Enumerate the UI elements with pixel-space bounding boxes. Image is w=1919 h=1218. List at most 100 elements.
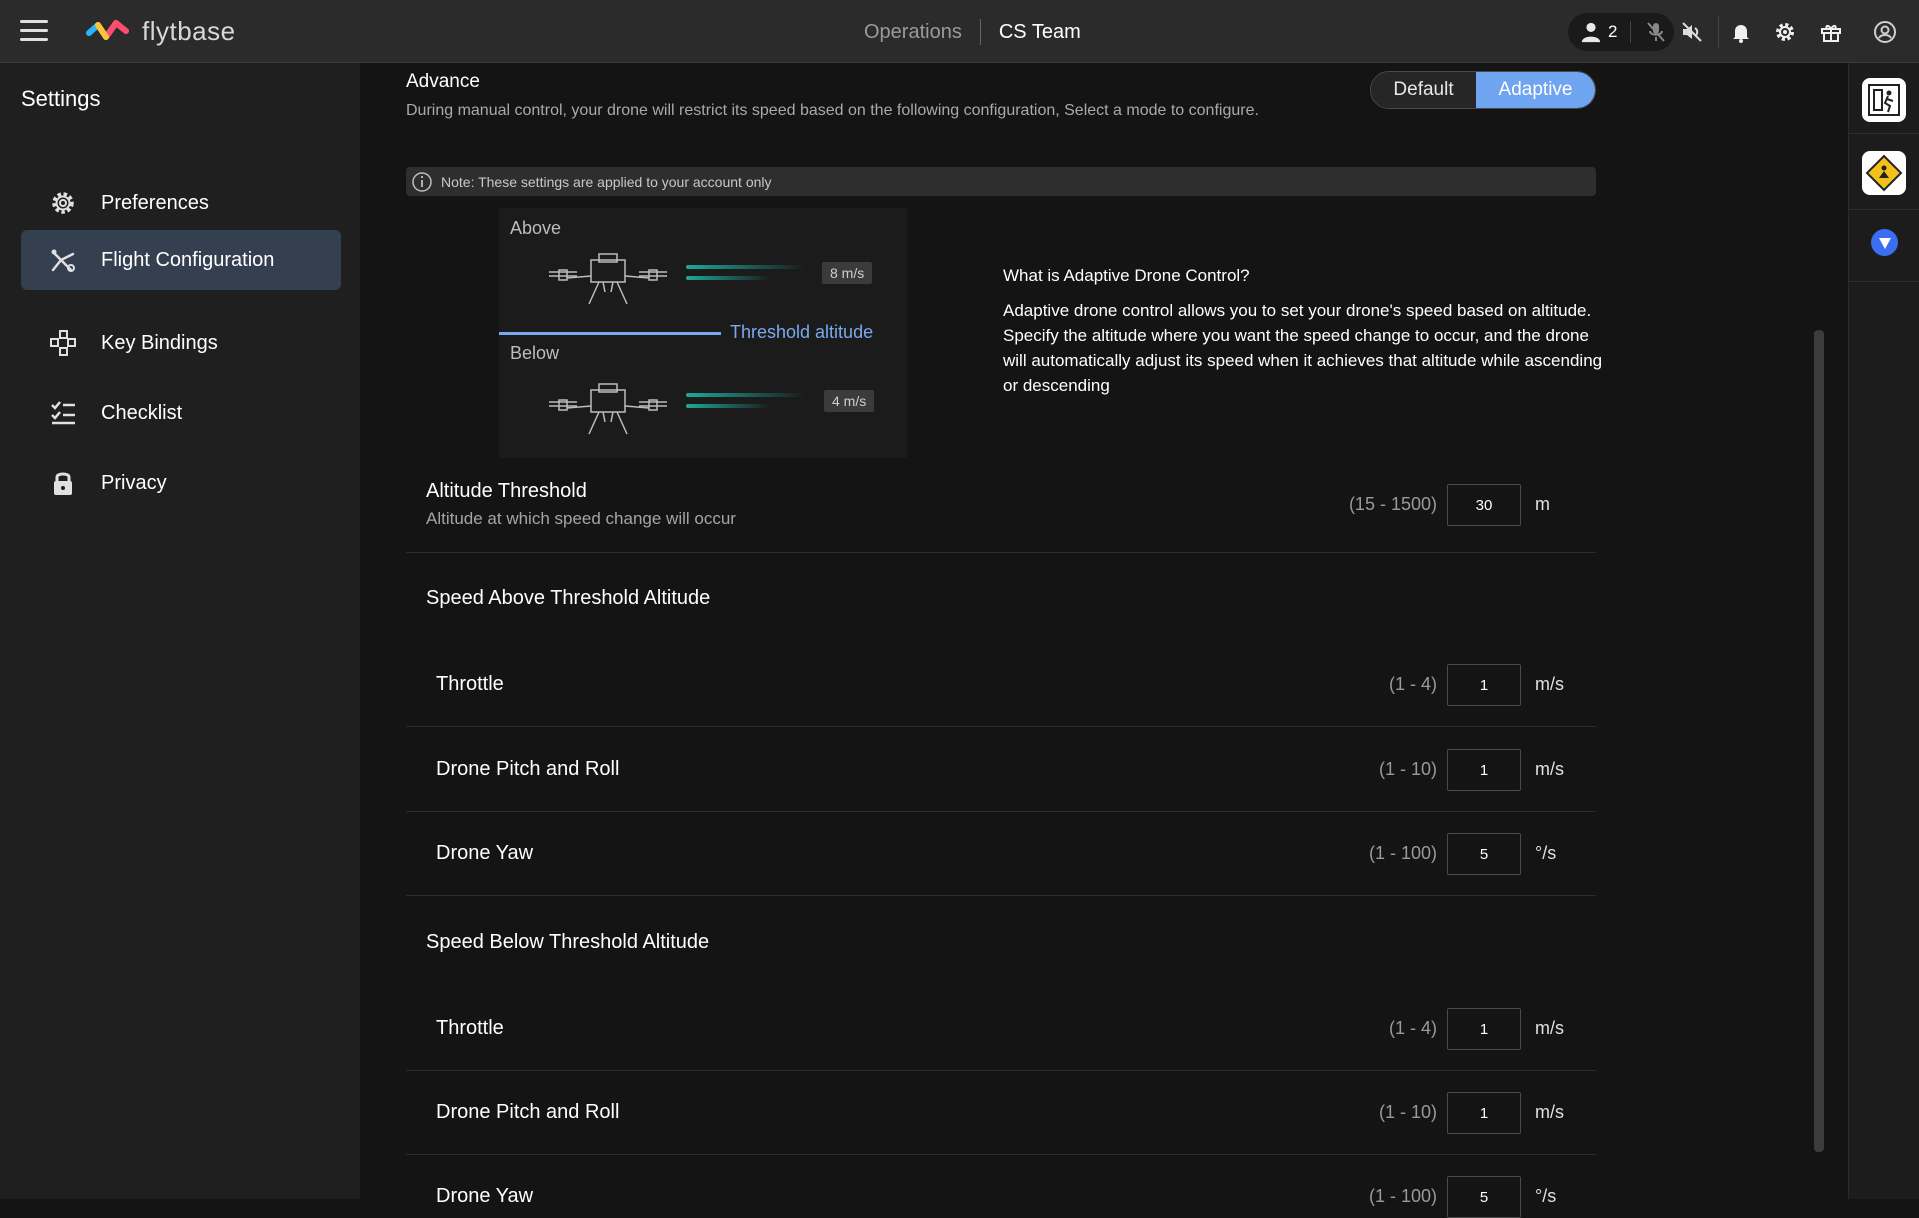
diagram-above-label: Above (510, 218, 562, 238)
above-pitch-roll-range: (1 - 10) (1378, 759, 1437, 779)
drone-icon (49, 246, 77, 274)
sidebar-item-label: Preferences (101, 191, 209, 214)
emergency-exit-icon[interactable] (1862, 78, 1906, 122)
above-yaw-range: (1 - 100) (1368, 843, 1437, 863)
speed-above-title: Speed Above Threshold Altitude (426, 587, 711, 609)
key-bindings-icon (49, 329, 77, 357)
drone-below-icon (549, 383, 667, 435)
below-speed-bar-top (686, 393, 806, 397)
rail-divider (1849, 209, 1919, 210)
above-throttle-range: (1 - 4) (1388, 674, 1437, 694)
altitude-threshold-label: Altitude Threshold (426, 480, 587, 502)
threshold-label: Threshold altitude (730, 322, 874, 342)
sidebar-item-privacy[interactable]: Privacy (21, 453, 341, 513)
account-note: Note: These settings are applied to your… (406, 167, 1596, 196)
warning-sign-icon[interactable] (1862, 151, 1906, 195)
sidebar-item-label: Checklist (101, 401, 183, 424)
topbar-divider (1718, 16, 1719, 48)
divider (406, 895, 1596, 896)
sidebar-item-preferences[interactable]: Preferences (21, 173, 341, 233)
altitude-threshold-sublabel: Altitude at which speed change will occu… (426, 509, 736, 528)
rail-divider (1849, 281, 1919, 282)
breadcrumb-separator (979, 19, 981, 45)
divider (406, 552, 1596, 553)
divider (406, 726, 1596, 727)
speaker-muted-icon[interactable] (1680, 20, 1704, 44)
sidebar-title: Settings (21, 86, 101, 111)
mic-muted-icon[interactable] (1644, 20, 1668, 44)
right-rail (1848, 63, 1919, 1199)
mode-default-button[interactable]: Default (1371, 72, 1477, 108)
below-yaw-range: (1 - 100) (1368, 1186, 1437, 1206)
checklist-icon (49, 399, 77, 427)
nav-team[interactable]: CS Team (999, 21, 1081, 44)
below-yaw-unit: °/s (1535, 1186, 1557, 1206)
below-throttle-range: (1 - 4) (1388, 1018, 1437, 1038)
divider (406, 1154, 1596, 1155)
top-bar: flytbase Operations CS Team 2 (0, 0, 1919, 63)
nav-operations[interactable]: Operations (864, 21, 962, 44)
rail-divider (1849, 133, 1919, 134)
gift-icon[interactable] (1819, 20, 1843, 44)
diagram-below-label: Below (510, 343, 560, 363)
below-speed-tag: 4 m/s (824, 390, 875, 412)
account-profile-icon[interactable] (1873, 20, 1897, 44)
above-yaw-label: Drone Yaw (436, 842, 534, 864)
sidebar-item-label: Key Bindings (101, 331, 218, 354)
settings-sidebar: Settings Preferences Flight Configuratio… (0, 63, 360, 1199)
altitude-threshold-input[interactable] (1447, 484, 1521, 526)
above-yaw-unit: °/s (1535, 843, 1557, 863)
logo-text: flytbase (142, 16, 236, 46)
note-text: Note: These settings are applied to your… (441, 173, 772, 190)
sidebar-item-label: Flight Configuration (101, 248, 275, 271)
divider (406, 1070, 1596, 1071)
users-count: 2 (1608, 22, 1618, 41)
gear-icon (49, 189, 77, 217)
settings-gear-icon[interactable] (1773, 20, 1797, 44)
flytbase-logo[interactable]: flytbase (86, 16, 236, 47)
below-speed-bar-bottom (686, 404, 771, 408)
above-speed-bar-top (686, 265, 806, 269)
divider (406, 811, 1596, 812)
above-pitch-roll-input[interactable] (1447, 749, 1521, 791)
info-title: What is Adaptive Drone Control? (1003, 266, 1250, 285)
below-throttle-label: Throttle (436, 1017, 504, 1039)
navigation-arrow-icon[interactable] (1871, 229, 1898, 256)
info-body: Adaptive drone control allows you to set… (1003, 301, 1603, 395)
sidebar-item-checklist[interactable]: Checklist (21, 383, 341, 443)
users-count-button[interactable]: 2 (1580, 13, 1617, 51)
below-throttle-input[interactable] (1447, 1008, 1521, 1050)
advance-title: Advance (406, 71, 480, 92)
below-throttle-unit: m/s (1535, 1018, 1564, 1038)
info-icon (412, 171, 432, 192)
below-pitch-roll-label: Drone Pitch and Roll (436, 1101, 620, 1123)
above-speed-tag: 8 m/s (822, 262, 873, 284)
pill-divider (1630, 21, 1631, 43)
mode-adaptive-button[interactable]: Adaptive (1476, 72, 1595, 108)
lock-icon (49, 469, 77, 497)
hamburger-menu-icon[interactable] (20, 20, 48, 42)
mode-toggle: Default Adaptive (1370, 71, 1596, 109)
sidebar-item-label: Privacy (101, 471, 167, 494)
bell-icon[interactable] (1729, 20, 1753, 44)
below-pitch-roll-unit: m/s (1535, 1102, 1564, 1122)
speed-below-title: Speed Below Threshold Altitude (426, 931, 710, 953)
drone-above-icon (549, 253, 667, 305)
scrollbar-thumb[interactable] (1814, 330, 1824, 1152)
below-yaw-input[interactable] (1447, 1176, 1521, 1218)
altitude-threshold-unit: m (1535, 494, 1550, 514)
above-throttle-input[interactable] (1447, 664, 1521, 706)
below-yaw-label: Drone Yaw (436, 1185, 534, 1207)
sidebar-item-flight-configuration[interactable]: Flight Configuration (21, 230, 341, 290)
below-pitch-roll-input[interactable] (1447, 1092, 1521, 1134)
above-pitch-roll-unit: m/s (1535, 759, 1564, 779)
sidebar-item-key-bindings[interactable]: Key Bindings (21, 313, 341, 373)
below-pitch-roll-range: (1 - 10) (1378, 1102, 1437, 1122)
above-throttle-unit: m/s (1535, 674, 1564, 694)
adaptive-diagram: Above 8 m/s Threshold altitude Below 4 m… (499, 208, 907, 458)
above-throttle-label: Throttle (436, 673, 504, 695)
flytbase-logo-mark-icon (86, 19, 129, 40)
above-yaw-input[interactable] (1447, 833, 1521, 875)
advance-description: During manual control, your drone will r… (406, 102, 1259, 119)
user-icon (1581, 22, 1601, 43)
